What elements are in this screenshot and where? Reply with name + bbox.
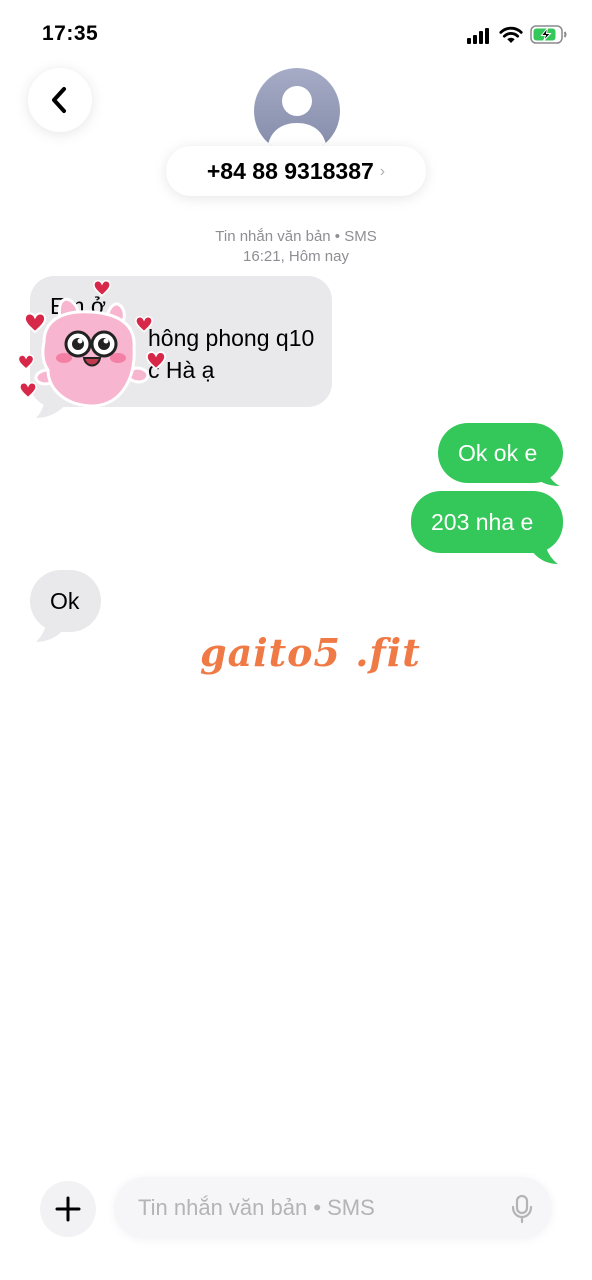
message-text: 203 nha e <box>431 509 534 535</box>
microphone-icon[interactable] <box>510 1194 534 1224</box>
chevron-left-icon <box>52 87 66 113</box>
plus-icon <box>55 1196 81 1222</box>
message-composer <box>114 1177 552 1239</box>
contact-name: +84 88 9318387 <box>206 157 374 184</box>
message-input[interactable] <box>138 1177 498 1239</box>
message-timestamp: 16:21, Hôm nay <box>243 248 349 265</box>
wifi-icon <box>499 26 523 43</box>
status-bar: 17:35 <box>0 0 592 70</box>
message-text: Ok <box>50 588 80 614</box>
chevron-right-icon: › <box>379 163 386 180</box>
message-bubble-outgoing[interactable]: 203 nha e <box>411 491 563 553</box>
back-button[interactable] <box>28 68 92 132</box>
message-bubble-incoming[interactable]: Ok <box>30 570 101 632</box>
contact-avatar[interactable] <box>254 68 340 154</box>
message-text: Ok ok e <box>458 440 538 466</box>
status-time: 17:35 <box>42 22 99 45</box>
conversation-meta: Tin nhắn văn bản • SMS 16:21, Hôm nay <box>0 227 592 267</box>
watermark: gaito5 .fit <box>200 630 421 675</box>
person-silhouette-icon <box>267 86 327 154</box>
battery-charging-icon <box>530 25 567 44</box>
cellular-signal-icon <box>467 28 493 44</box>
add-attachment-button[interactable] <box>40 1181 96 1237</box>
message-bubble-outgoing[interactable]: Ok ok e <box>438 423 563 483</box>
message-type-label: Tin nhắn văn bản • SMS <box>215 228 377 245</box>
contact-name-button[interactable]: +84 88 9318387 › <box>166 146 426 196</box>
pink-bunny-hearts-sticker[interactable] <box>14 278 170 416</box>
